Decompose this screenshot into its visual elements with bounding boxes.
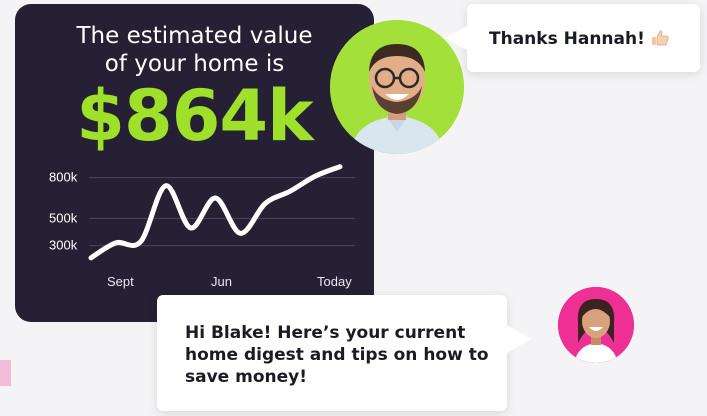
hannah-message-bubble: Hi Blake! Here’s your current home diges… xyxy=(157,295,531,411)
decorative-pink-block xyxy=(0,360,11,386)
blake-avatar xyxy=(330,20,464,154)
x-tick-label: Today xyxy=(317,274,352,289)
thumbs-up-icon xyxy=(651,30,669,46)
blake-portrait-icon xyxy=(330,20,464,154)
y-tick-label: 300k xyxy=(49,238,78,253)
x-tick-label: Sept xyxy=(107,274,134,289)
hannah-portrait-icon xyxy=(558,287,634,363)
hannah-avatar xyxy=(558,287,634,363)
x-tick-label: Jun xyxy=(211,274,232,289)
y-tick-label: 800k xyxy=(49,170,78,185)
blake-message: Thanks Hannah! xyxy=(489,29,669,49)
hannah-message-text: Hi Blake! Here’s your current home diges… xyxy=(185,323,489,387)
y-tick-label: 500k xyxy=(49,210,78,225)
home-value-chart: 800k 500k 300k Sept Jun Today xyxy=(49,164,355,289)
blake-message-text: Thanks Hannah! xyxy=(489,29,645,49)
home-value-series-line xyxy=(88,164,343,261)
home-value-card: The estimated value of your home is $864… xyxy=(15,4,374,322)
blake-message-bubble: Thanks Hannah! xyxy=(445,4,700,72)
